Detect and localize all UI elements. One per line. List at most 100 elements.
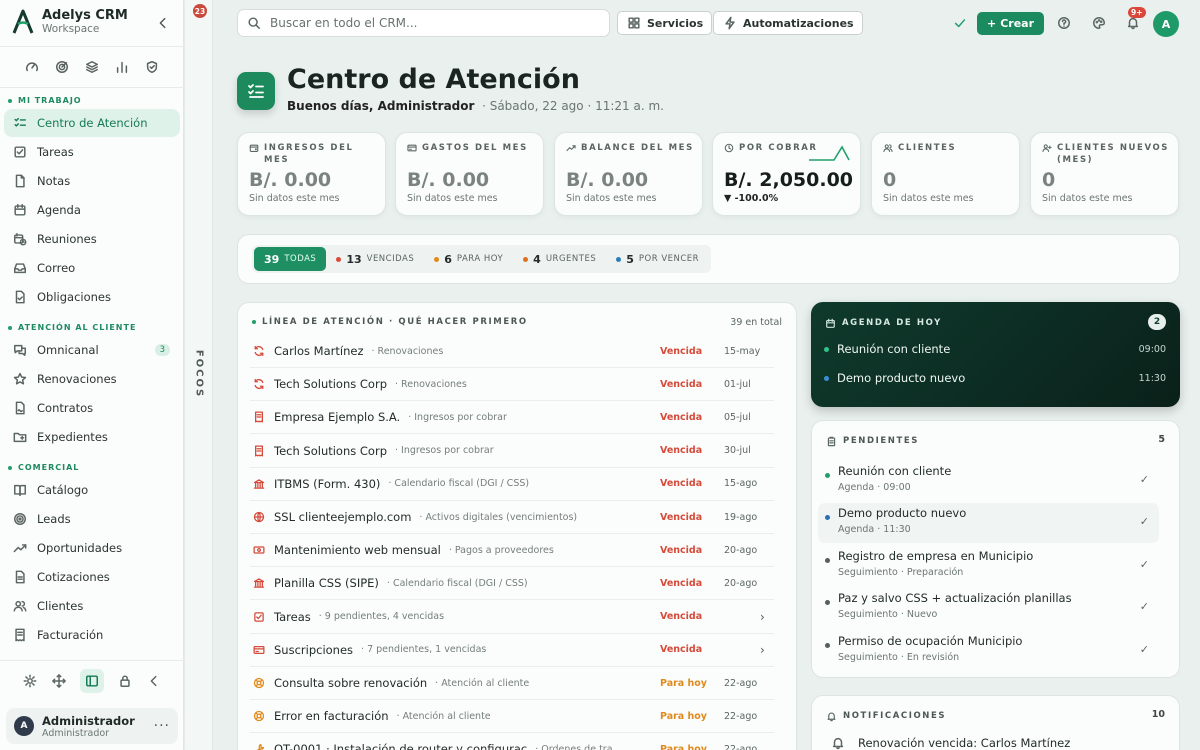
pending-subtitle: Agenda · 11:30 xyxy=(838,524,911,536)
row-date: 15-ago xyxy=(724,478,758,490)
attention-row[interactable]: Tareas · 9 pendientes, 4 vencidas Vencida › xyxy=(250,601,774,634)
attention-row[interactable]: Mantenimiento web mensual · Pagos a prove… xyxy=(250,534,774,568)
pending-item[interactable]: Permiso de ocupación Municipio Seguimient… xyxy=(818,631,1159,671)
attention-row[interactable]: ITBMS (Form. 430) · Calendario fiscal (DG… xyxy=(250,468,774,501)
sidebar-layout-button[interactable] xyxy=(80,668,104,693)
check-icon[interactable]: ✓ xyxy=(1140,473,1149,486)
notification-item[interactable]: Renovación vencida: Carlos Martínez xyxy=(830,735,1070,750)
avatar[interactable]: A xyxy=(1153,11,1179,37)
focus-rail[interactable]: 23 FOCOS xyxy=(185,0,213,750)
sidebar-item-centro-de-atencion[interactable]: Centro de Atención xyxy=(4,109,180,137)
sidebar-item-contratos[interactable]: Contratos xyxy=(4,394,180,422)
row-name: Mantenimiento web mensual xyxy=(274,543,441,558)
agenda-item[interactable]: Demo producto nuevo 11:30 xyxy=(824,371,1166,385)
check-icon[interactable]: ✓ xyxy=(1140,600,1149,613)
collapse-sidebar-icon[interactable] xyxy=(155,15,171,31)
pending-item[interactable]: Reunión con cliente Agenda · 09:00 ✓ xyxy=(818,461,1159,501)
radar-icon[interactable] xyxy=(54,59,70,75)
agenda-item[interactable]: Reunión con cliente 09:00 xyxy=(824,342,1166,356)
kpi-value: 0 xyxy=(883,169,897,191)
pending-item[interactable]: Demo producto nuevo Agenda · 11:30 ✓ xyxy=(818,503,1159,544)
row-date: 15-may xyxy=(724,345,761,357)
attention-row[interactable]: Tech Solutions Corp · Renovaciones Vencida… xyxy=(250,368,774,402)
check-icon[interactable]: ✓ xyxy=(1140,643,1149,656)
sidebar-item-obligaciones[interactable]: Obligaciones xyxy=(4,283,180,311)
pending-item[interactable]: Registro de empresa en Municipio Seguimie… xyxy=(818,546,1159,586)
sidebar-item-leads[interactable]: Leads xyxy=(4,505,180,533)
sidebar-item-correo[interactable]: Correo xyxy=(4,254,180,282)
filter-chip-urgentes[interactable]: 4 URGENTES xyxy=(513,247,606,271)
automatizaciones-button[interactable]: Automatizaciones xyxy=(713,11,863,35)
kpi-subtext: Sin datos este mes xyxy=(883,193,974,204)
row-category: · Renovaciones xyxy=(395,378,467,390)
attention-line-panel: LÍNEA DE ATENCIÓN · QUÉ HACER PRIMERO 39… xyxy=(237,302,797,750)
greeting: Buenos días, Administrador xyxy=(287,99,475,113)
filter-chip-todas[interactable]: 39 TODAS xyxy=(254,247,327,271)
sidebar-item-agenda[interactable]: Agenda xyxy=(4,196,180,224)
sidebar-item-oportunidades[interactable]: Oportunidades xyxy=(4,534,180,562)
shield-icon[interactable] xyxy=(144,59,160,75)
sidebar-item-expedientes[interactable]: Expedientes xyxy=(4,423,180,451)
filter-bar: 39 TODAS 13 VENCIDAS 6 PARA HOY 4 URGENTES 5 POR … xyxy=(237,234,1180,284)
sidebar-item-omnicanal[interactable]: Omnicanal 3 xyxy=(4,336,180,364)
kpi-label: GASTOS DEL MES xyxy=(407,142,535,154)
status-dot xyxy=(825,473,830,478)
kpi-label-text: POR COBRAR xyxy=(739,143,818,153)
sidebar-item-reuniones[interactable]: Reuniones xyxy=(4,225,180,253)
gauge-icon[interactable] xyxy=(24,59,40,75)
chevron-left-icon[interactable] xyxy=(146,673,162,689)
filter-chip-por-vencer[interactable]: 5 POR VENCER xyxy=(606,247,709,271)
servicios-button[interactable]: Servicios xyxy=(617,11,713,35)
chevron-right-icon[interactable]: › xyxy=(760,643,765,657)
layers-icon[interactable] xyxy=(84,59,100,75)
attention-row[interactable]: SSL clienteejemplo.com · Activos digitale… xyxy=(250,501,774,534)
row-name: OT-0001 · Instalación de router y config… xyxy=(274,742,528,750)
search-input[interactable] xyxy=(270,16,600,30)
attention-row[interactable]: Error en facturación · Atención al client… xyxy=(250,700,774,734)
pending-item[interactable]: Paz y salvo CSS + actualización planilla… xyxy=(818,588,1159,628)
filter-chip-para-hoy[interactable]: 6 PARA HOY xyxy=(424,247,513,271)
attention-row[interactable]: Carlos Martínez · Renovaciones Vencida 15-m… xyxy=(250,335,774,368)
sidebar-item-cotizaciones[interactable]: Cotizaciones xyxy=(4,563,180,591)
attention-row[interactable]: Suscripciones · 7 pendientes, 1 vencidas V… xyxy=(250,634,774,667)
check-icon[interactable]: ✓ xyxy=(1140,558,1149,571)
agenda-card: AGENDA DE HOY 2 Reunión con cliente 09:00… xyxy=(811,302,1180,407)
sidebar-item-facturacion[interactable]: Facturación xyxy=(4,621,180,649)
sidebar-item-renovaciones[interactable]: Renovaciones xyxy=(4,365,180,393)
sidebar-item-notas[interactable]: Notas xyxy=(4,167,180,195)
attention-row[interactable]: Planilla CSS (SIPE) · Calendario fiscal (… xyxy=(250,567,774,601)
sidebar-item-label: Omnicanal xyxy=(37,343,99,357)
row-category: · Atención al cliente xyxy=(435,677,530,689)
move-icon[interactable] xyxy=(51,673,67,689)
sidebar-item-label: Cotizaciones xyxy=(37,570,110,584)
filter-count: 5 xyxy=(626,252,634,266)
focus-label[interactable]: FOCOS xyxy=(194,350,205,398)
user-profile[interactable]: A Administrador Administrador ··· xyxy=(6,708,178,744)
row-category: · Ingresos por cobrar xyxy=(395,445,494,457)
status-badge: Para hoy xyxy=(660,743,708,750)
palette-icon[interactable] xyxy=(1091,15,1107,31)
trend-icon xyxy=(566,143,576,153)
check-icon[interactable]: ✓ xyxy=(1140,515,1149,528)
sidebar-item-clientes[interactable]: Clientes xyxy=(4,592,180,620)
focus-badge: 23 xyxy=(193,4,207,18)
attention-row[interactable]: Empresa Ejemplo S.A. · Ingresos por cobra… xyxy=(250,401,774,435)
brand[interactable]: Adelys CRM Workspace xyxy=(12,8,128,35)
sidebar-item-tareas[interactable]: Tareas xyxy=(4,138,180,166)
help-icon[interactable] xyxy=(1056,15,1072,31)
search-box[interactable] xyxy=(237,9,610,37)
settings-icon[interactable] xyxy=(22,673,38,689)
attention-row[interactable]: OT-0001 · Instalación de router y config… xyxy=(250,733,774,750)
agenda-item-time: 11:30 xyxy=(1138,372,1166,384)
sidebar-item-catalogo[interactable]: Catálogo xyxy=(4,476,180,504)
lock-icon[interactable] xyxy=(117,673,133,689)
attention-row[interactable]: Tech Solutions Corp · Ingresos por cobrar… xyxy=(250,435,774,468)
bar-chart-icon[interactable] xyxy=(114,59,130,75)
chevron-right-icon[interactable]: › xyxy=(760,610,765,624)
more-options-icon[interactable]: ··· xyxy=(154,718,170,734)
quick-icons-row xyxy=(0,46,184,88)
filter-chip-vencidas[interactable]: 13 VENCIDAS xyxy=(326,247,424,271)
filter-label: PARA HOY xyxy=(456,254,504,264)
crear-button[interactable]: + Crear xyxy=(977,12,1044,35)
attention-row[interactable]: Consulta sobre renovación · Atención al c… xyxy=(250,667,774,700)
